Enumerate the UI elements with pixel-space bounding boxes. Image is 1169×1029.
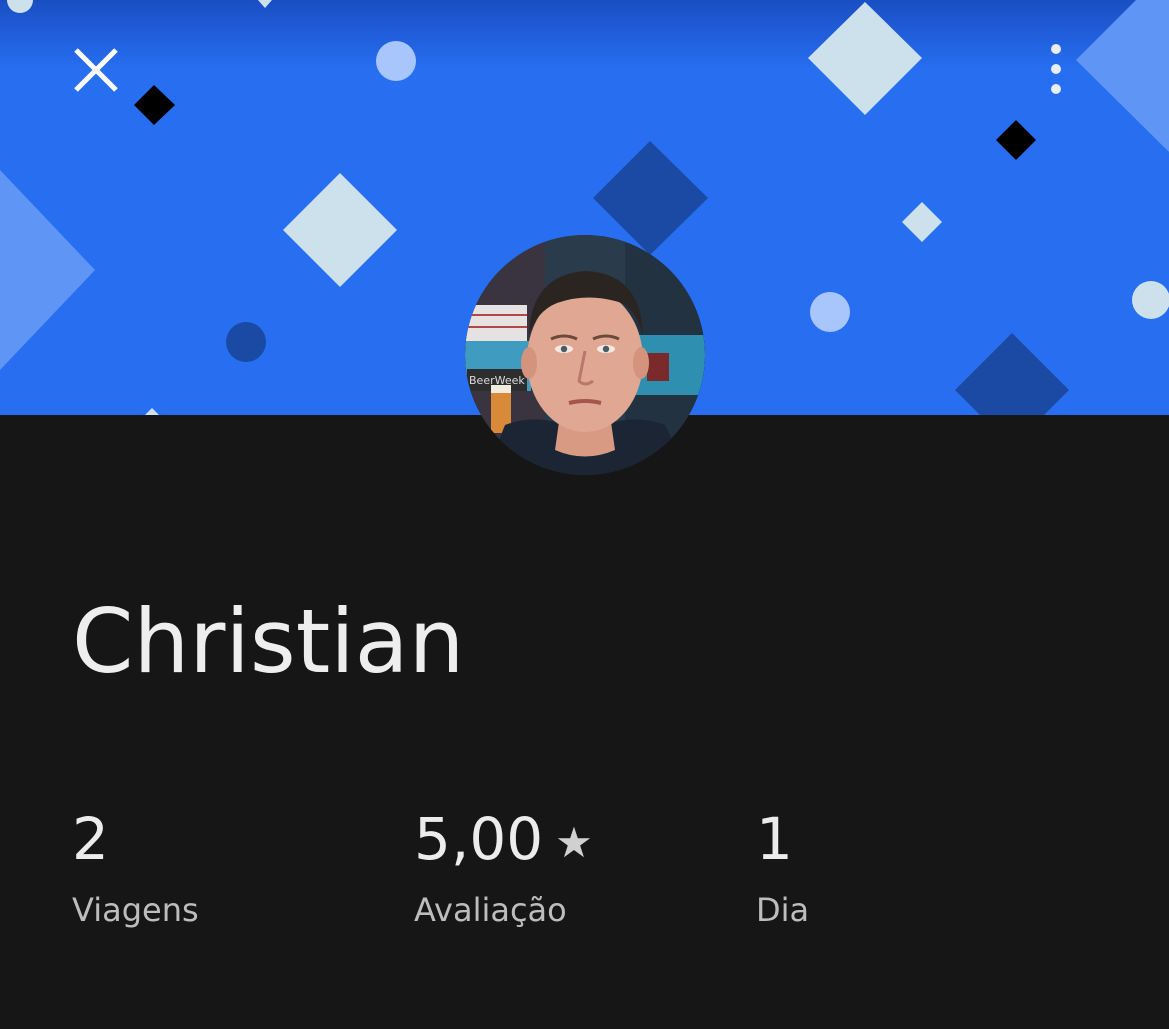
stat-rating: 5,00 ★ Avaliação [414,810,593,926]
more-vertical-icon [1051,44,1061,94]
profile-photo: BeerWeek [465,235,705,475]
more-options-button[interactable] [1030,36,1080,106]
stat-rating-value-row: 5,00 ★ [414,810,593,868]
stat-trips-value: 2 [72,805,109,873]
stat-days-label: Dia [756,891,810,929]
close-button[interactable] [66,40,126,100]
stat-rating-label: Avaliação [414,891,567,929]
stat-days-value: 1 [756,805,793,873]
rider-profile-screen: BeerWeek Christian 2 Viagens 5,00 ★ Aval… [0,0,1169,1029]
stat-trips-label: Viagens [72,891,199,929]
close-icon [74,48,118,92]
stat-rating-value: 5,00 [414,805,544,873]
profile-avatar: BeerWeek [465,235,705,475]
profile-name: Christian [72,590,465,693]
stat-days: 1 Dia [756,810,809,926]
star-icon: ★ [555,818,593,867]
stat-trips: 2 Viagens [72,810,199,926]
